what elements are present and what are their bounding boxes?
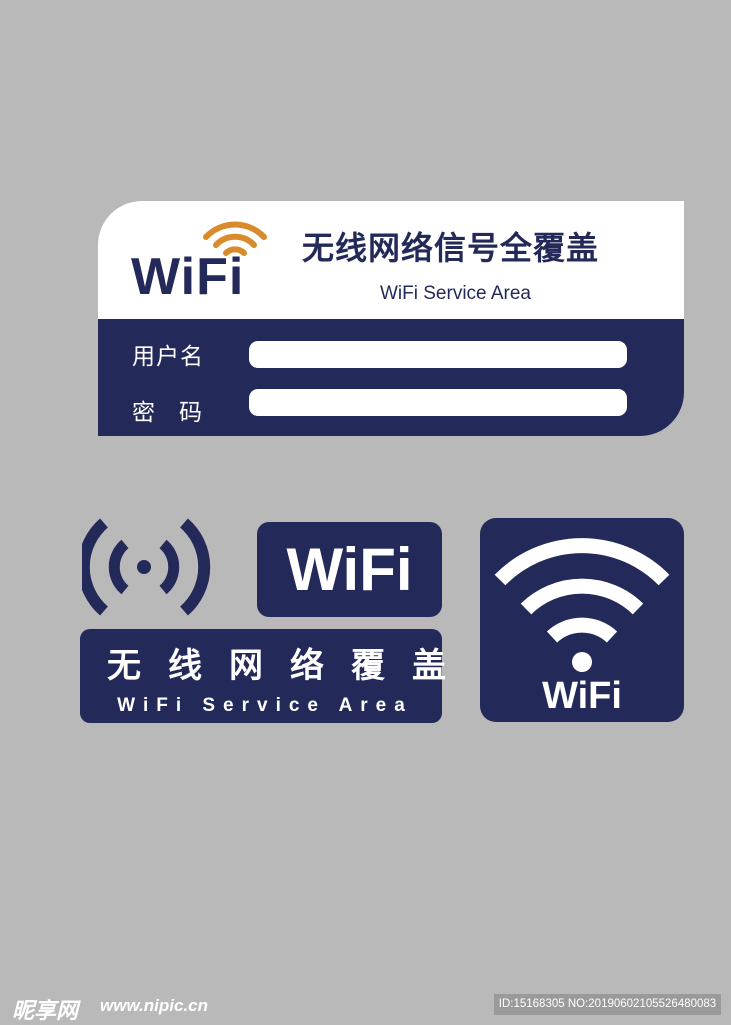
card-header: WiFi 无线网络信号全覆盖 WiFi Service Area xyxy=(98,201,684,319)
password-label: 密码 xyxy=(132,400,226,426)
coverage-subtitle: WiFi Service Area xyxy=(117,695,413,716)
wifi-badge: WiFi xyxy=(257,522,442,617)
wifi-square-sign: WiFi xyxy=(480,518,684,722)
username-field[interactable] xyxy=(249,341,627,368)
broadcast-icon xyxy=(82,518,211,616)
card-subtitle: WiFi Service Area xyxy=(380,283,531,304)
wifi-login-card: WiFi 无线网络信号全覆盖 WiFi Service Area 用户名 密码 xyxy=(98,201,684,436)
wifi-icon xyxy=(494,538,670,672)
coverage-banner: 无线网络覆盖 WiFi Service Area xyxy=(80,629,473,723)
coverage-title: 无线网络覆盖 xyxy=(107,646,473,686)
card-title: 无线网络信号全覆盖 xyxy=(302,229,600,267)
wifi-badge-text: WiFi xyxy=(286,536,413,603)
watermark-logo: 昵享网 xyxy=(12,999,79,1024)
watermark-id: ID:15168305 NO:20190602105526480083 xyxy=(494,994,721,1015)
wifi-square-text: WiFi xyxy=(542,675,622,717)
username-label: 用户名 xyxy=(132,344,204,370)
password-field[interactable] xyxy=(249,389,627,416)
watermark-url[interactable]: www.nipic.cn xyxy=(100,996,208,1016)
wifi-logo-text: WiFi xyxy=(131,248,245,306)
